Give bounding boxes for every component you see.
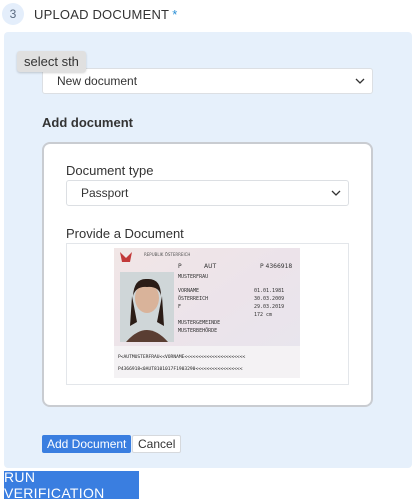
document-source-select[interactable]: New document: [42, 68, 373, 94]
svg-text:P<AUTMUSTERFRAU<<VORNAME<<<<<<: P<AUTMUSTERFRAU<<VORNAME<<<<<<<<<<<<<<<<…: [118, 354, 245, 360]
tooltip: select sth: [17, 51, 86, 72]
svg-text:F: F: [178, 304, 181, 310]
chevron-down-icon: [355, 78, 365, 84]
document-type-select[interactable]: Passport: [66, 180, 349, 206]
svg-text:P 4366918: P 4366918: [260, 263, 292, 270]
step-title-text: UPLOAD DOCUMENT: [34, 6, 170, 22]
svg-text:AUT: AUT: [204, 263, 216, 270]
svg-text:MUSTERFRAU: MUSTERFRAU: [178, 274, 208, 280]
svg-text:VORNAME: VORNAME: [178, 288, 199, 294]
svg-text:P4366918<0AUT8101017F1903290<<: P4366918<0AUT8101017F1903290<<<<<<<<<<<<…: [118, 366, 243, 372]
run-verification-button[interactable]: RUN VERIFICATION: [4, 469, 139, 501]
step-number-badge: 3: [2, 3, 24, 25]
svg-text:P: P: [178, 263, 182, 270]
svg-text:29.03.2019: 29.03.2019: [254, 304, 284, 310]
section-title: Add document: [42, 115, 133, 130]
cancel-button[interactable]: Cancel: [132, 435, 182, 453]
provide-document-label: Provide a Document: [66, 226, 184, 241]
document-type-label: Document type: [66, 163, 154, 178]
svg-text:REPUBLIK ÖSTERREICH: REPUBLIK ÖSTERREICH: [144, 252, 190, 257]
svg-text:MUSTERGEMEINDE: MUSTERGEMEINDE: [178, 320, 220, 326]
svg-text:MUSTERBEHÖRDE: MUSTERBEHÖRDE: [178, 327, 217, 334]
passport-image: REPUBLIK ÖSTERREICH P AUT P 4366918 MUST…: [114, 248, 300, 378]
document-type-value: Passport: [81, 186, 129, 200]
step-title: UPLOAD DOCUMENT *: [34, 7, 177, 22]
svg-text:30.03.2009: 30.03.2009: [254, 296, 284, 302]
required-marker: *: [172, 6, 178, 22]
add-document-button[interactable]: Add Document: [42, 435, 132, 453]
chevron-down-icon: [331, 190, 341, 196]
svg-text:172 cm: 172 cm: [254, 312, 272, 318]
document-source-value: New document: [57, 74, 138, 88]
svg-text:01.01.1981: 01.01.1981: [254, 288, 284, 294]
svg-text:ÖSTERREICH: ÖSTERREICH: [178, 295, 208, 302]
step-header: 3 UPLOAD DOCUMENT *: [2, 2, 177, 26]
